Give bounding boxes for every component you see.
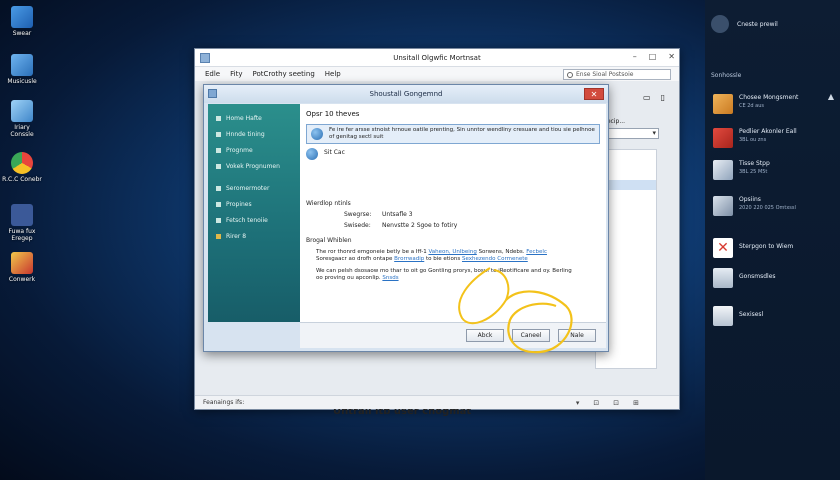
bullet-icon [216, 201, 221, 207]
dialog-close-button[interactable]: ✕ [584, 88, 604, 100]
dialog-nav-item-seromermoter[interactable]: Seromermoter [208, 180, 300, 196]
close-icon[interactable]: ✕ [668, 52, 675, 61]
side-item-stop-wiem[interactable]: ✕ Sterpgon to Wiem [713, 238, 838, 258]
side-item-akonler[interactable]: Pedlier Akonler Eall 3BL ou zns [713, 128, 838, 148]
main-window-title: Unsitall Olgwfic Mortnsat [393, 53, 481, 62]
console-icon [11, 100, 33, 122]
paragraph-1: The ror thonrd emgoneie betly be a Iff-1… [316, 249, 547, 262]
bullet-icon [216, 131, 221, 137]
option-1[interactable]: Fe ire fer arsse stnoist hrnoue oatile p… [306, 124, 600, 144]
desktop-icon-conwerk[interactable]: Conwerk [2, 252, 42, 283]
menu-bar: Edle Fity PotCrothy seeting Help Ense Si… [195, 67, 679, 81]
page-icon[interactable]: ▯ [661, 93, 665, 102]
link-sexhezendo[interactable]: Sexhezendo Cormenete [462, 256, 528, 262]
music-icon [11, 54, 33, 76]
dialog-nav-item-tining[interactable]: Hnnde tining [208, 126, 300, 142]
status-icon-4[interactable]: ⊞ [633, 399, 639, 407]
next-button[interactable]: Nale [558, 329, 596, 342]
detail-row: Swisede: Nenvstte 2 Sgoe to fotiry [344, 222, 458, 229]
link-vaheon[interactable]: Vaheon, Unlbeing [428, 249, 476, 255]
desktop-icon-facebook[interactable]: Fuwa fux Eregep [2, 204, 42, 242]
calendar-icon [713, 268, 733, 288]
maximize-icon[interactable]: □ [649, 52, 657, 61]
detail-row: Swegrse: Untsafle 3 [344, 211, 413, 218]
status-icon-2[interactable]: ⊡ [593, 399, 599, 407]
dialog-nav-item-propines[interactable]: Propines [208, 196, 300, 212]
precip-label: Precip... [601, 118, 626, 125]
facebook-icon [11, 204, 33, 226]
status-text: Feanaings ifs: [203, 399, 245, 406]
bullet-icon [216, 233, 221, 239]
document-icon [713, 306, 733, 326]
side-item-stop[interactable]: Tisse Stpp 3BL 25 M5t [713, 160, 838, 180]
section-title-problem: Brogal Whiblen [306, 237, 352, 244]
side-section-label: Sonhossle [711, 72, 742, 79]
bullet-icon [216, 147, 221, 153]
menu-edit[interactable]: Edle [205, 70, 220, 78]
lock-icon[interactable]: ▭ [643, 93, 651, 102]
side-item-gonsmsdles[interactable]: Gonsmsdles [713, 268, 838, 288]
radio-icon [306, 148, 318, 160]
device-icon [713, 160, 733, 180]
cancel-button[interactable]: Caneel [512, 329, 550, 342]
desktop-icon-chrome[interactable]: R.C.C Conebr [2, 152, 42, 183]
section-title-details: Wierdlop ntinls [306, 200, 351, 207]
desktop-icon-console[interactable]: Iriary Conssle [2, 100, 42, 138]
uninstall-dialog: Shoustall Gongemnd ✕ Home Hafte Hnnde ti… [203, 84, 609, 352]
bullet-icon [216, 185, 221, 191]
dialog-sidebar: Home Hafte Hnnde tining Prognme Vokek Pr… [208, 104, 300, 322]
search-icon [567, 71, 573, 78]
dialog-footer: Abck Caneel Nale [300, 322, 606, 348]
dialog-title: Shoustall Gongemnd [369, 90, 443, 98]
paragraph-2: We can pelsh dsosaow mo thar to oit go G… [316, 268, 572, 281]
bullet-icon [216, 163, 221, 169]
minimize-icon[interactable]: – [633, 52, 637, 61]
folder-icon [713, 94, 733, 114]
menu-fity[interactable]: Fity [230, 70, 242, 78]
dialog-title-bar: Shoustall Gongemnd ✕ [204, 85, 608, 103]
dialog-nav-item-rirer[interactable]: Rirer 8 [208, 228, 300, 244]
option-2[interactable]: Sit Cac [306, 148, 600, 160]
link-fecbelc[interactable]: Fecbelc [526, 249, 547, 255]
wrench-icon [713, 196, 733, 216]
main-title-bar: Unsitall Olgwfic Mortnsat – □ ✕ [195, 49, 679, 67]
main-right-panel: ▭ ▯ Precip... [601, 93, 665, 139]
dialog-app-icon [208, 89, 217, 98]
side-top-item[interactable]: Cneste prewil [711, 10, 836, 38]
link-snsds[interactable]: Snsds [382, 275, 398, 281]
desktop-icon-music[interactable]: Musicusle [2, 54, 42, 85]
search-input[interactable]: Ense Sioal Postsoie [563, 69, 671, 80]
right-dropdown[interactable] [601, 128, 659, 139]
dialog-nav-item-home[interactable]: Home Hafte [208, 110, 300, 126]
dialog-content: Opsr 10 theves Fe ire fer arsse stnoist … [300, 104, 606, 322]
action-center-panel: Cneste prewil Sonhossle ▲ Chosee Mongsme… [705, 0, 840, 480]
status-icon-3[interactable]: ⊡ [613, 399, 619, 407]
window-icon [11, 6, 33, 28]
menu-settings[interactable]: PotCrothy seeting [252, 70, 314, 78]
desktop-icon-swear[interactable]: Swear [2, 6, 42, 37]
menu-help[interactable]: Help [325, 70, 341, 78]
dialog-nav-item-fetsch[interactable]: Fetsch tenoiie [208, 212, 300, 228]
alert-icon [713, 128, 733, 148]
dialog-nav-item-prognme[interactable]: Prognme [208, 142, 300, 158]
side-item-options[interactable]: Opsiins 2020 220 025 Omtxssl [713, 196, 838, 216]
close-icon: ✕ [713, 238, 733, 258]
bullet-icon [216, 115, 221, 121]
dialog-heading: Opsr 10 theves [306, 110, 360, 118]
user-icon [711, 15, 729, 33]
back-button[interactable]: Abck [466, 329, 504, 342]
bullet-icon [216, 217, 221, 223]
link-brorrwadip[interactable]: Brorrwadip [394, 256, 424, 262]
radio-icon [311, 128, 323, 140]
status-icon-1[interactable]: ▾ [576, 399, 580, 407]
side-item-sexisesl[interactable]: Sexisesl [713, 306, 838, 326]
dialog-nav-item-vokek[interactable]: Vokek Prognumen [208, 158, 300, 174]
side-item-manage[interactable]: Chosee Mongsment CE 2d aus [713, 94, 838, 114]
pen-icon [11, 252, 33, 274]
chrome-icon [11, 152, 33, 174]
status-bar: Feanaings ifs: ▾ ⊡ ⊡ ⊞ [195, 395, 679, 409]
